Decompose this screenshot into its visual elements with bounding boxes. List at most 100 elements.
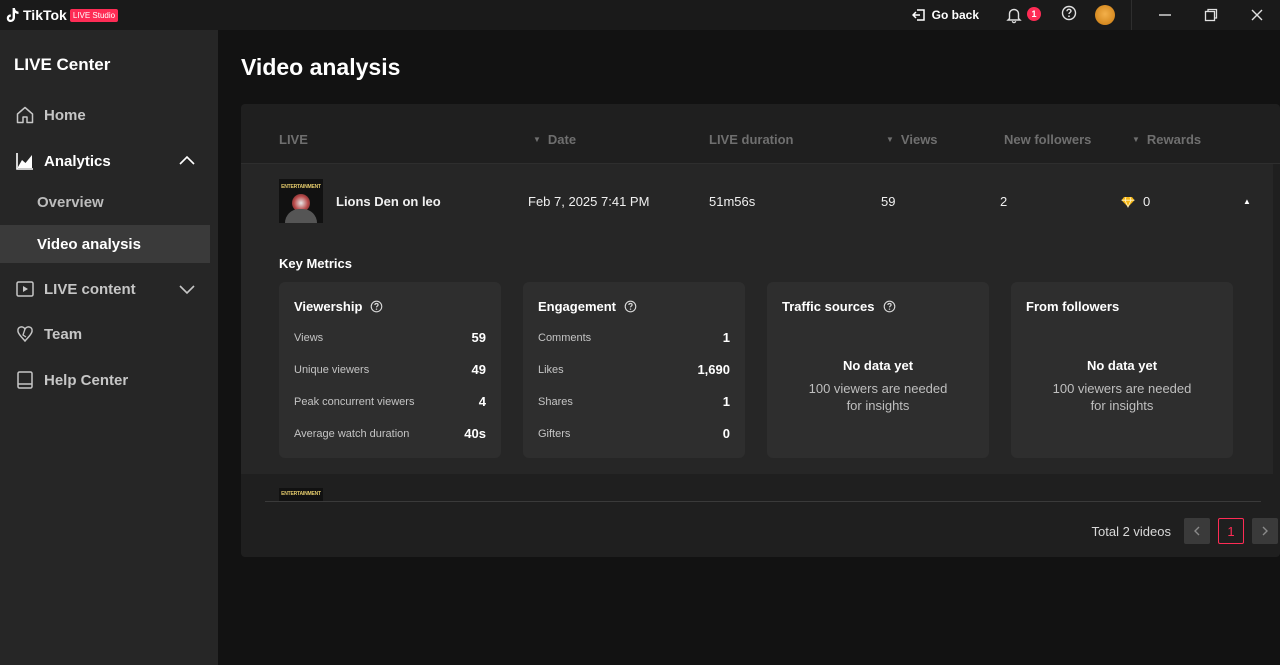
metric-row: Unique viewers 49 <box>294 362 486 377</box>
column-header-date[interactable]: ▼ Date <box>533 132 576 147</box>
exit-icon <box>911 9 925 21</box>
bell-icon <box>1006 8 1022 24</box>
close-icon <box>1251 9 1263 21</box>
analytics-icon <box>14 150 36 172</box>
logo-text: TikTok <box>23 7 67 23</box>
sidebar-item-help-center[interactable]: Help Center <box>0 362 210 398</box>
help-center-icon <box>14 369 36 391</box>
live-content-icon <box>14 278 36 300</box>
sidebar-item-label: Help Center <box>44 371 129 389</box>
sidebar-item-label: Home <box>44 106 86 124</box>
key-metrics-title: Key Metrics <box>279 256 352 271</box>
minimize-icon <box>1159 14 1171 16</box>
go-back-label: Go back <box>931 8 979 22</box>
sidebar-subitem-label: Video analysis <box>37 235 141 253</box>
tiktok-note-icon <box>6 8 19 22</box>
metric-row: Peak concurrent viewers 4 <box>294 394 486 409</box>
sidebar-item-label: Team <box>44 325 83 343</box>
metric-row: Comments 1 <box>538 330 730 345</box>
thumbnail-text: ENTERTAINMENT <box>281 184 321 190</box>
live-studio-badge: LIVE Studio <box>69 8 119 22</box>
divider <box>265 501 1261 502</box>
sidebar-title: LIVE Center <box>14 55 111 74</box>
sidebar-item-home[interactable]: Home <box>0 97 210 133</box>
video-table-card: LIVE ▼ Date LIVE duration ▼ Views New fo… <box>241 104 1280 557</box>
sidebar-item-live-content[interactable]: LIVE content <box>0 271 210 307</box>
card-title: From followers <box>1026 299 1120 314</box>
live-thumbnail[interactable]: ENTERTAINMENT <box>279 179 323 223</box>
live-duration: 51m56s <box>709 194 756 209</box>
home-icon <box>14 104 36 126</box>
card-title: Viewership <box>294 299 383 314</box>
column-header-duration: LIVE duration <box>709 132 794 147</box>
help-button[interactable] <box>1061 5 1077 26</box>
sidebar-subitem-label: Overview <box>37 193 104 211</box>
divider <box>1131 0 1132 30</box>
notification-count-badge: 1 <box>1027 7 1041 21</box>
notifications-button[interactable]: 1 <box>1005 6 1041 24</box>
viewership-card: Viewership Views 59 Unique viewers 49 Peak… <box>279 282 501 458</box>
question-circle-icon[interactable] <box>624 300 637 313</box>
from-followers-card: From followers No data yet 100 viewers a… <box>1011 282 1233 458</box>
total-videos: Total 2 videos <box>1091 523 1172 539</box>
traffic-sources-card: Traffic sources No data yet 100 viewers … <box>767 282 989 458</box>
live-thumbnail[interactable]: ENTERTAINMENT <box>279 488 323 502</box>
thumbnail-figure <box>285 209 317 223</box>
minimize-button[interactable] <box>1142 0 1188 30</box>
page-title: Video analysis <box>241 54 401 80</box>
card-title: Engagement <box>538 299 637 314</box>
card-title: Traffic sources <box>782 299 896 314</box>
metric-row: Average watch duration 40s <box>294 426 486 441</box>
column-header-live: LIVE <box>279 132 308 147</box>
sort-arrow-icon: ▼ <box>886 135 894 144</box>
question-circle-icon[interactable] <box>883 300 896 313</box>
chevron-down-icon <box>179 285 195 295</box>
sort-arrow-icon: ▼ <box>533 135 541 144</box>
sidebar-item-analytics[interactable]: Analytics <box>0 143 210 179</box>
chevron-right-icon <box>1262 526 1268 536</box>
sidebar-item-label: LIVE content <box>44 280 136 298</box>
column-header-new-followers: New followers <box>1004 132 1092 147</box>
team-icon <box>14 323 36 345</box>
next-page-button[interactable] <box>1252 518 1278 544</box>
empty-state: No data yet 100 viewers are needed for i… <box>1052 358 1192 413</box>
live-views: 59 <box>881 194 896 209</box>
chevron-up-icon <box>179 155 195 165</box>
sidebar-item-label: Analytics <box>44 152 111 170</box>
sidebar-subitem-overview[interactable]: Overview <box>0 183 210 221</box>
metric-row: Views 59 <box>294 330 486 345</box>
column-header-views[interactable]: ▼ Views <box>886 132 938 147</box>
title-bar: TikTok LIVE Studio Go back 1 <box>0 0 1280 30</box>
engagement-card: Engagement Comments 1 Likes 1,690 Shares 1 … <box>523 282 745 458</box>
live-new-followers: 2 <box>1000 194 1008 209</box>
go-back-button[interactable]: Go back <box>911 8 979 22</box>
question-circle-icon[interactable] <box>370 300 383 313</box>
metric-row: Likes 1,690 <box>538 362 730 377</box>
sidebar-item-team[interactable]: Team <box>0 316 210 352</box>
prev-page-button[interactable] <box>1184 518 1210 544</box>
metric-row: Shares 1 <box>538 394 730 409</box>
pagination: Total 2 videos 1 <box>1092 518 1280 544</box>
restore-button[interactable] <box>1188 0 1234 30</box>
live-rewards: 0 <box>1121 194 1150 209</box>
question-circle-icon <box>1061 5 1077 20</box>
sort-arrow-icon: ▼ <box>1132 135 1140 144</box>
collapse-row-button[interactable]: ▲ <box>1243 197 1251 206</box>
chevron-left-icon <box>1194 526 1200 536</box>
restore-icon <box>1204 8 1218 22</box>
sidebar-subitem-video-analysis[interactable]: Video analysis <box>0 225 210 263</box>
close-button[interactable] <box>1234 0 1280 30</box>
thumbnail-text: ENTERTAINMENT <box>281 491 321 497</box>
diamond-icon <box>1121 196 1135 208</box>
empty-state: No data yet 100 viewers are needed for i… <box>808 358 948 413</box>
tiktok-logo: TikTok LIVE Studio <box>6 7 119 23</box>
page-button-current[interactable]: 1 <box>1218 518 1244 544</box>
metric-row: Gifters 0 <box>538 426 730 441</box>
live-title[interactable]: Lions Den on leo <box>336 194 441 209</box>
live-date: Feb 7, 2025 7:41 PM <box>528 194 650 209</box>
table-row[interactable]: ENTERTAINMENT Lions Den on leo Feb 7, 20… <box>241 164 1273 474</box>
column-header-rewards[interactable]: ▼ Rewards <box>1132 132 1201 147</box>
sidebar: LIVE Center Home Analytics Overview Vide… <box>0 30 218 665</box>
user-avatar[interactable] <box>1095 5 1115 25</box>
main-content: Video analysis LIVE ▼ Date LIVE duration… <box>218 30 1280 665</box>
